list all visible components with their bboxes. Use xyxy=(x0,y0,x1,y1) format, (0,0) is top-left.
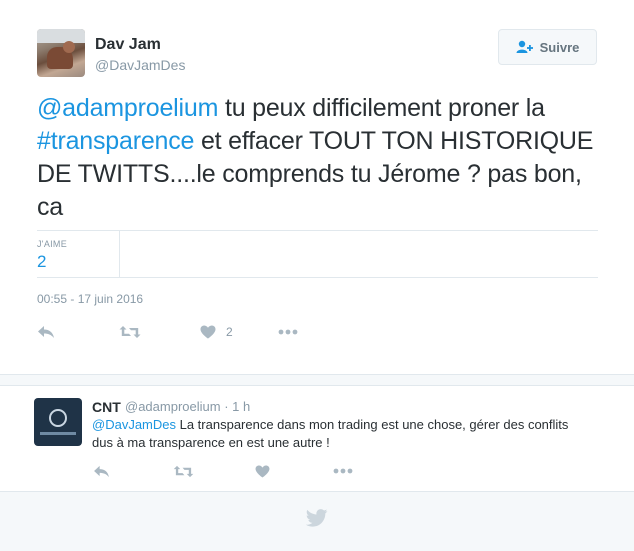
reply-icon xyxy=(38,326,54,338)
reply-retweet-button[interactable] xyxy=(173,460,194,482)
reply-text: @DavJamDes La transparence dans mon trad… xyxy=(92,416,592,452)
reply-button[interactable] xyxy=(37,321,55,343)
like-count: 2 xyxy=(226,325,233,339)
tweet-stats: J'AIME 2 xyxy=(37,230,598,278)
more-icon xyxy=(278,329,298,335)
mention-link[interactable]: @adamproelium xyxy=(37,94,218,122)
retweet-icon xyxy=(119,326,141,338)
more-icon xyxy=(333,468,353,474)
tweet-text: @adamproelium tu peux difficilement pron… xyxy=(37,92,607,224)
tweet-text-part: tu peux difficilement proner la xyxy=(218,94,545,122)
reply-author-name[interactable]: CNT xyxy=(92,399,121,415)
tweet-timestamp[interactable]: 00:55 - 17 juin 2016 xyxy=(37,292,143,306)
twitter-bird-icon[interactable] xyxy=(306,509,328,527)
more-button[interactable] xyxy=(278,321,298,343)
reply-author-handle[interactable]: @adamproelium xyxy=(125,399,221,414)
heart-icon xyxy=(200,325,216,339)
reply-more-button[interactable] xyxy=(333,460,353,482)
author-name[interactable]: Dav Jam xyxy=(95,36,161,54)
embed-footer xyxy=(0,492,634,551)
reply-meta: @adamproelium · 1 h xyxy=(125,399,250,414)
retweet-button[interactable] xyxy=(119,321,141,343)
follow-user-icon xyxy=(516,40,533,53)
reply-tweet[interactable]: CNT @adamproelium · 1 h @DavJamDes La tr… xyxy=(0,386,634,492)
heart-icon xyxy=(255,464,270,478)
reply-time[interactable]: 1 h xyxy=(232,399,250,414)
follow-button[interactable]: Suivre xyxy=(498,29,597,65)
stats-divider xyxy=(119,231,120,277)
reply-like-button[interactable] xyxy=(255,460,270,482)
reply-icon xyxy=(94,465,109,477)
like-button[interactable]: 2 xyxy=(200,321,233,343)
author-avatar[interactable] xyxy=(37,29,85,77)
main-tweet: Dav Jam @DavJamDes Suivre @adamproelium … xyxy=(0,0,634,374)
reply-mention-link[interactable]: @DavJamDes xyxy=(92,417,176,432)
reply-author-avatar[interactable] xyxy=(34,398,82,446)
section-gap xyxy=(0,374,634,386)
follow-button-label: Suivre xyxy=(539,39,580,55)
likes-stat-count[interactable]: 2 xyxy=(37,252,46,272)
likes-stat-label: J'AIME xyxy=(37,239,68,249)
retweet-icon xyxy=(173,465,194,477)
reply-separator: · xyxy=(220,399,233,414)
reply-reply-button[interactable] xyxy=(93,460,110,482)
author-handle[interactable]: @DavJamDes xyxy=(95,57,185,73)
hashtag-link[interactable]: #transparence xyxy=(37,127,194,155)
